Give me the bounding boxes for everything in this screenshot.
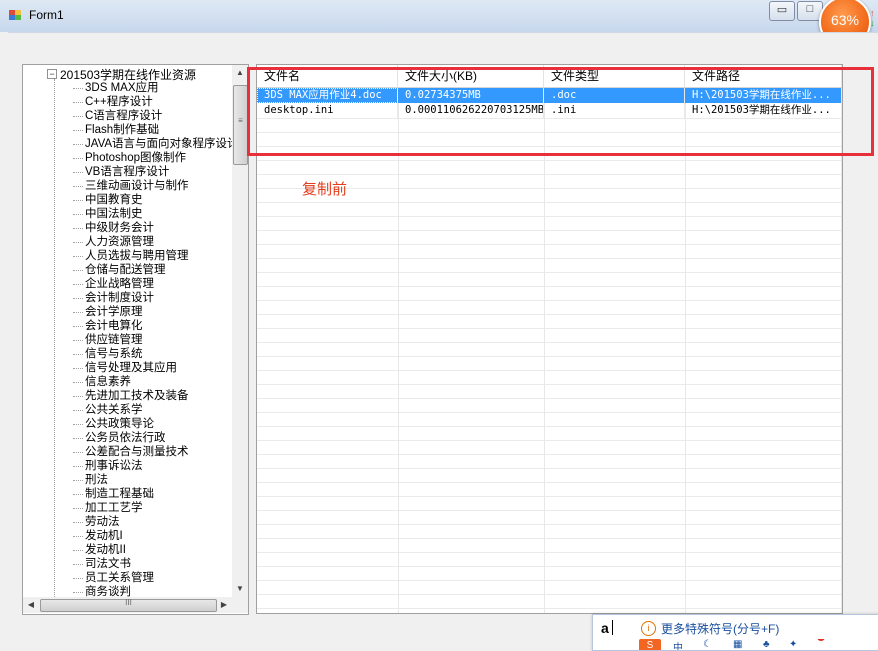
tree-node[interactable]: 员工关系管理 [73,571,154,585]
column-header[interactable]: 文件名 [257,65,398,87]
tree-node[interactable]: JAVA语言与面向对象程序设计 [73,137,233,151]
settings-icon[interactable]: ✦ [789,639,797,650]
tree-node[interactable]: 发动机II [73,543,126,557]
tree-node[interactable]: Photoshop图像制作 [73,151,186,165]
column-header[interactable]: 文件大小(KB) [398,65,544,87]
column-header[interactable]: 文件路径 [685,65,842,87]
tree-vertical-scrollbar[interactable]: ▲ ≡ ▼ [232,65,248,597]
hscroll-thumb[interactable]: III [40,598,217,612]
tree-node[interactable]: 3DS MAX应用 [73,81,159,95]
window-title: Form1 [29,8,64,22]
tree-node[interactable]: 先进加工技术及装备 [73,389,189,403]
tree-node[interactable]: 公差配合与测量技术 [73,445,189,459]
file-cell: .ini [544,103,685,118]
scroll-up-icon[interactable]: ▲ [232,65,248,81]
tree-root-label: 201503学期在线作业资源 [60,67,197,82]
tree-list: − 201503学期在线作业资源 3DS MAX应用 C++程序设计 C语言程序设计… [23,65,233,597]
tree-node[interactable]: 刑法 [73,473,108,487]
tree-node[interactable]: 会计制度设计 [73,291,154,305]
notification-dot [817,639,825,641]
file-cell: H:\201503学期在线作业... [685,103,842,118]
file-cell: .doc [544,88,685,103]
collapse-icon[interactable]: − [47,69,57,79]
hgrip-icon: III [125,598,132,607]
tree-node[interactable]: 公务员依法行政 [73,431,166,445]
scroll-right-icon[interactable]: ▶ [216,597,232,613]
file-cell: 0.02734375MB [398,88,544,103]
maximize-icon: □ [806,3,814,15]
tree-node[interactable]: 三维动画设计与制作 [73,179,189,193]
tree-node[interactable]: 人员选拔与聘用管理 [73,249,189,263]
tree-node[interactable]: 信息素养 [73,375,131,389]
file-list-view[interactable]: 文件名 文件大小(KB) 文件类型 文件路径 3DS MAX应用作业4.doc 0.02… [256,64,843,614]
tree-node[interactable]: 刑事诉讼法 [73,459,143,473]
file-cell: 0.000110626220703125MB [398,103,544,118]
usage-percent: 63% [830,12,860,28]
tree-node[interactable]: 会计学原理 [73,305,143,319]
tree-node[interactable]: 企业战略管理 [73,277,154,291]
folder-tree[interactable]: − 201503学期在线作业资源 3DS MAX应用 C++程序设计 C语言程序设计… [22,64,249,615]
keyboard-icon[interactable]: ▦ [733,639,742,650]
tree-node[interactable]: C语言程序设计 [72,109,162,123]
tree-root-node[interactable]: − 201503学期在线作业资源 [47,67,197,82]
tree-node[interactable]: 公共政策导论 [73,417,154,431]
column-header[interactable]: 文件类型 [544,65,685,87]
tree-node[interactable]: 中级财务会计 [73,221,154,235]
tree-node[interactable]: C++程序设计 [73,95,153,109]
scroll-thumb[interactable]: ≡ [233,85,248,165]
file-list-rows: 3DS MAX应用作业4.doc 0.02734375MB .doc H:\20150… [257,88,842,118]
minimize-button[interactable]: ▭ [769,1,795,21]
tree-node[interactable]: 加工工艺学 [73,501,143,515]
scroll-left-icon[interactable]: ◀ [23,597,39,613]
tree-node[interactable]: VB语言程序设计 [72,165,169,179]
speed-arrows-icon: ↑ ↓ [870,8,875,28]
chinese-mode-icon[interactable]: 中 [673,639,683,650]
column-divider [841,65,842,613]
tree-node[interactable]: 信号处理及其应用 [73,361,177,375]
file-cell: H:\201503学期在线作业... [685,88,842,103]
tree-node[interactable]: 中国教育史 [73,193,143,207]
ime-toolbar: S 中 ☾ ▦ ♣ ✦ [593,639,878,650]
minimize-icon: ▭ [776,4,788,16]
tree-node[interactable]: 会计电算化 [73,319,143,333]
skin-icon[interactable]: ♣ [763,639,770,650]
tree-node[interactable]: 公共关系学 [73,403,143,417]
info-icon: i [641,621,656,636]
column-divider [544,65,545,613]
scroll-down-icon[interactable]: ▼ [232,581,248,597]
file-cell: 3DS MAX应用作业4.doc [257,88,398,103]
scroll-corner [232,597,248,613]
file-list-header: 文件名 文件大小(KB) 文件类型 文件路径 [257,65,842,88]
app-icon [9,10,21,20]
column-divider [398,65,399,613]
file-row[interactable]: desktop.ini 0.000110626220703125MB .ini H:\… [257,103,842,118]
tree-node[interactable]: 信号与系统 [73,347,143,361]
tree-node[interactable]: 中国法制史 [73,207,143,221]
ime-composition: a [601,620,609,636]
tree-node[interactable]: Flash制作基础 [72,123,159,137]
sogou-logo-icon[interactable]: S [639,639,661,650]
tree-node[interactable]: 发动机I [73,529,123,543]
window-controls: ▭ □ [769,1,825,21]
ime-caret [612,620,613,635]
moon-icon[interactable]: ☾ [703,639,712,650]
file-row[interactable]: 3DS MAX应用作业4.doc 0.02734375MB .doc H:\20150… [257,88,842,103]
file-cell: desktop.ini [257,103,398,118]
ime-candidate-window: a i 更多特殊符号(分号+F) S 中 ☾ ▦ ♣ ✦ [592,614,878,651]
tree-node[interactable]: 司法文书 [73,557,131,571]
grip-icon: ≡ [238,116,243,125]
annotation-caption: 复制前 [302,181,348,198]
column-divider [685,65,686,613]
tree-node[interactable]: 制造工程基础 [73,487,154,501]
tree-node[interactable]: 商务谈判 [73,585,131,597]
tree-node[interactable]: 仓储与配送管理 [73,263,166,277]
tree-node[interactable]: 供应链管理 [73,333,143,347]
ime-hint-link[interactable]: 更多特殊符号(分号+F) [661,620,779,637]
tree-horizontal-scrollbar[interactable]: ◀ III ▶ [23,597,232,613]
title-bar: Form1 ▭ □ 63% ↑ ↓ [0,0,878,48]
tree-node[interactable]: 劳动法 [73,515,120,529]
tree-node[interactable]: 人力资源管理 [73,235,154,249]
tree-connector [54,79,55,597]
